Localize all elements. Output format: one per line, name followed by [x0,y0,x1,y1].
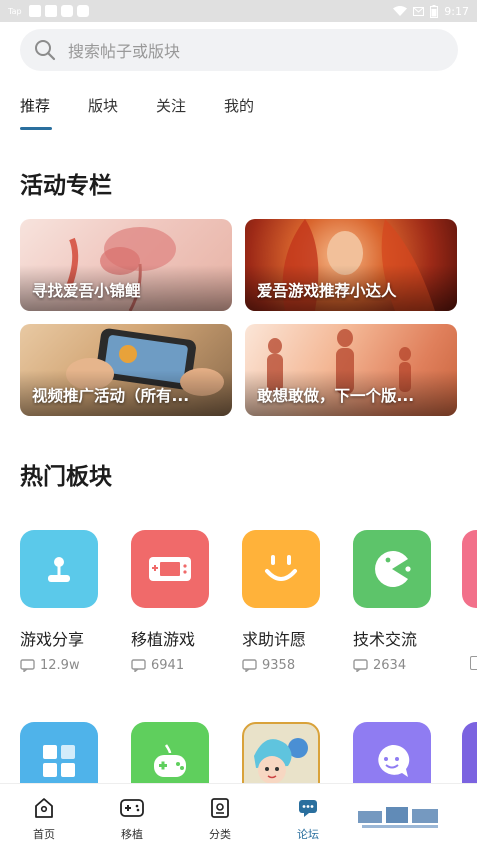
tab-mine[interactable]: 我的 [224,95,254,131]
forum-tabs: 推荐 版块 关注 我的 [20,95,292,131]
tab-recommend[interactable]: 推荐 [20,95,53,131]
nav-home[interactable]: 首页 [0,784,88,849]
board-name: 技术交流 [353,630,418,649]
notification-icon [76,5,89,17]
category-icon [211,798,229,818]
board-item[interactable]: 技术交流 2634 [353,530,433,673]
nav-port[interactable]: 移植 [88,784,176,849]
nav-category[interactable]: 分类 [176,784,264,849]
notification-icon [44,5,57,17]
bottom-navigation: 首页 移植 分类 论坛 [0,783,477,849]
status-app-label: Tap [8,6,22,16]
board-post-count: 9358 [242,658,322,673]
notification-icon [60,5,73,17]
nav-label: 分类 [209,828,231,841]
board-count-value: 9358 [262,658,296,673]
board-count-value: 6941 [151,658,185,673]
nav-label: 移植 [121,828,143,841]
comment-icon [242,659,257,672]
board-name: 求助许愿 [242,630,307,649]
comment-icon [131,659,146,672]
pacman-icon [353,530,431,608]
battery-icon [430,4,439,18]
activity-card[interactable]: 敢想敢做，下一个版... [245,324,457,416]
smile-face-icon [242,530,320,608]
nav-forum[interactable]: 论坛 [264,784,352,849]
mail-icon [413,6,425,16]
activity-card-label: 寻找爱吾小锦鲤 [32,282,141,300]
activity-card-label: 爱吾游戏推荐小达人 [257,282,397,300]
board-item[interactable]: 求助许愿 9358 [242,530,322,673]
board-count-value: 12.9w [40,658,80,673]
comment-icon [20,659,35,672]
board-post-count: 2634 [353,658,433,673]
activity-card[interactable]: 爱吾游戏推荐小达人 [245,219,457,311]
search-bar[interactable]: 搜索帖子或版块 [20,29,458,71]
board-item[interactable]: 游戏分享 12.9w [20,530,100,673]
board-name: 游戏分享 [20,630,85,649]
hot-boards-section-title: 热门板块 [20,464,112,490]
activity-card[interactable]: 视频推广活动（所有... [20,324,232,416]
board-count-value: 2634 [373,658,407,673]
tab-following[interactable]: 关注 [156,95,186,131]
clock: 9:17 [444,4,469,18]
activity-card-label: 敢想敢做，下一个版... [257,387,415,405]
comment-icon [353,659,368,672]
activity-section-title: 活动专栏 [20,173,112,199]
joystick-icon [20,530,98,608]
comment-icon [470,656,477,670]
activity-card-label: 视频推广活动（所有... [32,387,190,405]
board-post-count: 12.9w [20,658,100,673]
handheld-console-icon [131,530,209,608]
search-icon [35,40,56,61]
activity-card[interactable]: 寻找爱吾小锦鲤 [20,219,232,311]
nav-label: 首页 [33,828,55,841]
tab-boards[interactable]: 版块 [88,95,118,131]
board-name: 移植游戏 [131,630,196,649]
search-placeholder: 搜索帖子或版块 [68,42,181,61]
nav-label: 论坛 [297,828,319,841]
notification-icon [28,5,41,17]
board-post-count: 6941 [131,658,211,673]
board-item[interactable]: 移植游戏 6941 [131,530,211,673]
gamepad-icon [120,799,144,817]
board-item-partial[interactable] [462,530,477,608]
wifi-icon [393,5,408,16]
forum-icon [299,800,317,817]
status-bar: Tap 9:17 [0,0,477,22]
home-icon [35,798,53,818]
watermark-logo [352,784,477,849]
